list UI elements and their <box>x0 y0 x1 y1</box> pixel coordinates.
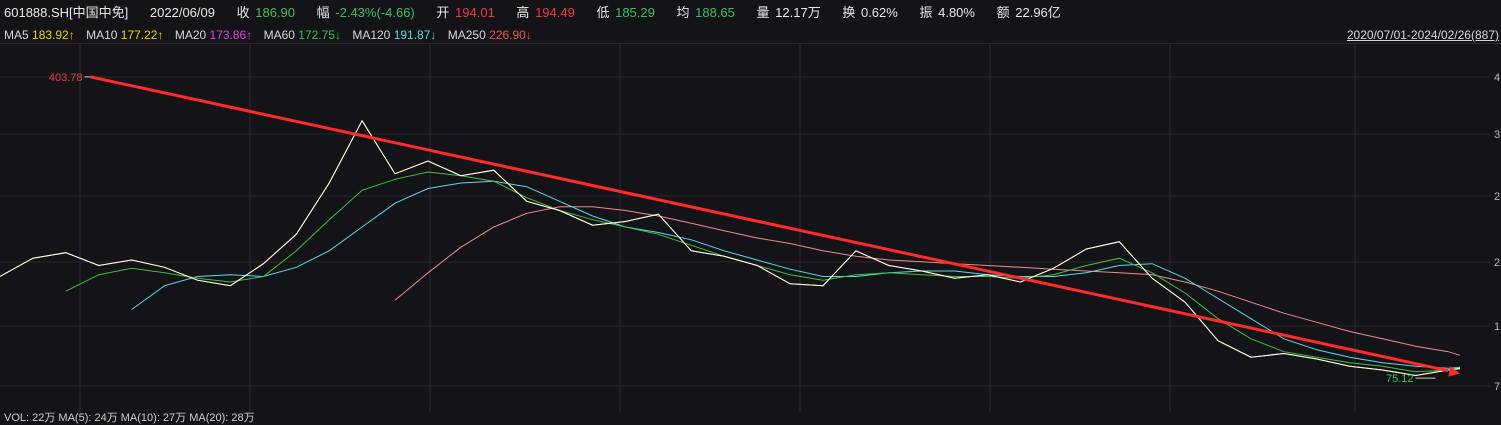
ma60-value: 172.75↓ <box>298 28 341 42</box>
change-value: -2.43%(-4.66) <box>335 5 415 20</box>
moving-average-bar: MA5 183.92↑ MA10 177.22↑ MA20 173.86↑ MA… <box>0 26 1501 44</box>
turnover-value: 0.62% <box>860 5 898 20</box>
chart-series <box>0 119 1461 377</box>
ma10-label: MA10 <box>86 28 118 42</box>
close-label: 收 <box>236 5 250 20</box>
volume-indicator-bar: VOL: 22万 MA(5): 24万 MA(10): 27万 MA(20): … <box>4 412 255 424</box>
ma120-label: MA120 <box>352 28 391 42</box>
quote-header: 601888.SH[中国中免] 2022/06/09 收 186.90 幅 -2… <box>0 0 1501 26</box>
low-value: 185.29 <box>615 5 655 20</box>
y-tick-label-1: 3 <box>1494 129 1500 141</box>
ma5-label: MA5 <box>4 28 29 42</box>
date-label: 2022/06/09 <box>149 5 215 20</box>
amount-label: 额 <box>996 5 1010 20</box>
date-range-label[interactable]: 2020/07/01-2024/02/26(887) <box>1347 26 1499 44</box>
ma120-value: 191.87↓ <box>393 28 437 42</box>
y-tick-label-3: 2 <box>1494 257 1500 269</box>
ma10-line <box>0 119 1461 377</box>
amount-value: 22.96亿 <box>1015 5 1061 20</box>
ma60-label: MA60 <box>263 28 295 42</box>
ma250-value: 226.90↓ <box>489 28 532 42</box>
y-axis-labels: 4 3 2 2 1 7 <box>1494 72 1500 393</box>
max-price-label: 403.78 <box>49 72 83 84</box>
ma20-value: 173.86↑ <box>209 28 253 42</box>
avg-value: 188.65 <box>695 5 735 20</box>
ma10-value: 177.22↑ <box>120 28 164 42</box>
y-tick-label-0: 4 <box>1494 72 1500 84</box>
chart-grid <box>0 44 1490 412</box>
volume-value: 12.17万 <box>775 5 821 20</box>
amplitude-value: 4.80% <box>938 5 975 20</box>
symbol-label[interactable]: 601888.SH[中国中免] <box>4 5 128 20</box>
y-tick-label-2: 2 <box>1494 191 1500 203</box>
ma120-line <box>131 180 1461 369</box>
ma250-line <box>394 206 1461 356</box>
high-value: 194.49 <box>535 5 575 20</box>
low-label: 低 <box>596 5 610 20</box>
ma5-line <box>0 119 1461 377</box>
ma5-value: 183.92↑ <box>32 28 75 42</box>
volume-label: 量 <box>756 5 770 20</box>
min-price-label: 75.12 <box>1386 373 1414 385</box>
open-value: 194.01 <box>455 5 495 20</box>
change-label: 幅 <box>316 5 330 20</box>
close-value: 186.90 <box>255 5 296 20</box>
turnover-label: 换 <box>842 5 856 20</box>
ma60-line <box>65 171 1461 373</box>
avg-label: 均 <box>676 5 690 20</box>
trend-arrow <box>90 75 1449 373</box>
ma20-label: MA20 <box>174 28 207 42</box>
y-tick-label-4: 1 <box>1494 321 1500 333</box>
high-label: 高 <box>516 5 530 20</box>
open-label: 开 <box>436 5 450 20</box>
ma250-label: MA250 <box>447 28 486 42</box>
y-tick-label-5: 7 <box>1494 381 1500 393</box>
kline-chart[interactable]: 4 3 2 2 1 7 403.78 75.12 <box>0 44 1501 412</box>
amplitude-label: 振 <box>919 5 933 20</box>
